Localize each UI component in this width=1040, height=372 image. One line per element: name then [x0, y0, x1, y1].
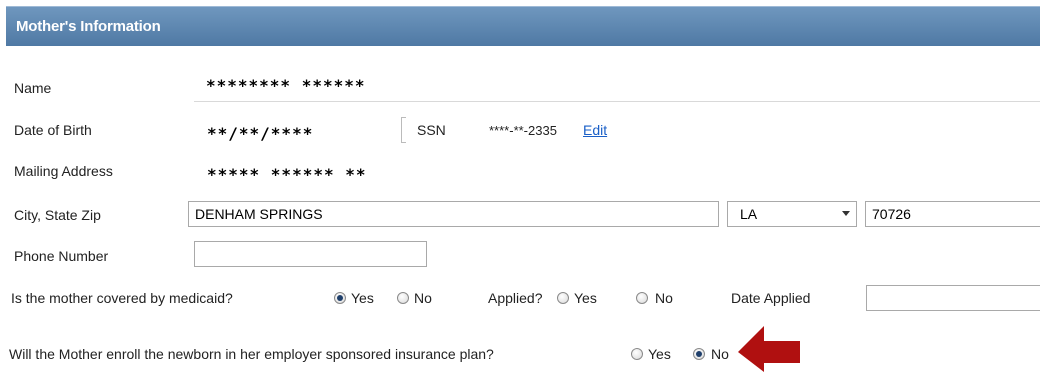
medicaid-no-radio[interactable] — [397, 292, 409, 304]
city-input[interactable]: DENHAM SPRINGS — [188, 201, 719, 227]
applied-label: Applied? — [488, 290, 543, 306]
applied-no-label: No — [655, 290, 673, 306]
state-select[interactable]: LA — [727, 201, 857, 227]
city-state-zip-label: City, State Zip — [14, 207, 101, 223]
zip-value: 70726 — [872, 206, 911, 222]
red-arrow-icon — [738, 326, 800, 372]
dob-field-edge — [401, 117, 406, 143]
applied-yes-label: Yes — [574, 290, 597, 306]
chevron-down-icon — [842, 211, 850, 216]
employer-plan-yes-radio[interactable] — [631, 348, 643, 360]
employer-plan-no-radio[interactable] — [693, 348, 705, 360]
dob-value: **/**/**** — [207, 124, 314, 143]
mailing-address-label: Mailing Address — [14, 163, 113, 179]
date-applied-label: Date Applied — [731, 290, 811, 306]
phone-label: Phone Number — [14, 248, 109, 264]
ssn-value: ****-**-2335 — [489, 123, 557, 138]
section-header: Mother's Information — [6, 6, 1040, 46]
dob-label: Date of Birth — [14, 122, 92, 138]
employer-plan-no-label: No — [711, 346, 729, 362]
zip-input[interactable]: 70726 — [865, 201, 1040, 227]
city-value: DENHAM SPRINGS — [195, 206, 323, 222]
applied-no-radio[interactable] — [636, 292, 648, 304]
phone-input[interactable] — [194, 241, 427, 267]
employer-plan-yes-label: Yes — [648, 346, 671, 362]
name-underline — [194, 101, 1040, 102]
employer-plan-question: Will the Mother enroll the newborn in he… — [9, 346, 494, 362]
date-applied-input[interactable] — [866, 285, 1040, 311]
section-title: Mother's Information — [16, 18, 161, 35]
mailing-address-value: ***** ****** ** — [207, 165, 367, 184]
ssn-label: SSN — [417, 122, 446, 138]
applied-yes-radio[interactable] — [557, 292, 569, 304]
name-label: Name — [14, 80, 52, 96]
medicaid-question: Is the mother covered by medicaid? — [11, 290, 233, 306]
name-value: ******** ****** — [206, 76, 366, 95]
red-arrow-shape — [738, 326, 800, 372]
medicaid-no-label: No — [414, 290, 432, 306]
medicaid-yes-radio[interactable] — [334, 292, 346, 304]
ssn-edit-link[interactable]: Edit — [583, 122, 607, 138]
medicaid-yes-label: Yes — [351, 290, 374, 306]
state-value: LA — [740, 206, 758, 222]
